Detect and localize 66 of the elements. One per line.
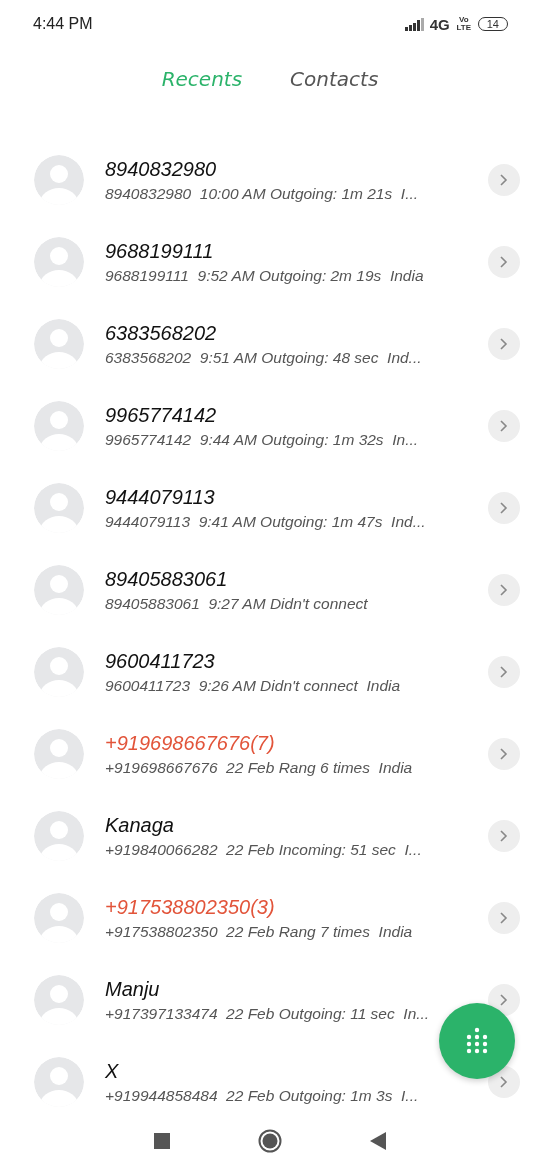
chevron-right-icon <box>499 337 509 351</box>
call-details: +919944858484 22 Feb Outgoing: 1m 3s I... <box>105 1086 420 1105</box>
caller-name: 9688199111 <box>105 239 215 263</box>
back-icon[interactable] <box>370 1132 386 1150</box>
avatar-icon <box>34 319 84 369</box>
dialpad-button[interactable] <box>439 1003 515 1079</box>
avatar-icon <box>34 811 84 861</box>
call-details: +917538802350 22 Feb Rang 7 times India <box>105 922 414 941</box>
avatar-icon <box>34 565 84 615</box>
dialpad-icon <box>465 1027 489 1055</box>
call-details: +919840066282 22 Feb Incoming: 51 sec I... <box>105 840 423 859</box>
avatar-icon <box>34 893 84 943</box>
chevron-right-icon <box>499 911 509 925</box>
avatar-icon <box>34 729 84 779</box>
avatar-icon <box>34 401 84 451</box>
caller-name: 9600411723 <box>105 649 216 673</box>
call-details: 9600411723 9:26 AM Didn't connect India <box>105 676 402 695</box>
clock: 4:44 PM <box>33 15 93 33</box>
home-icon[interactable] <box>258 1129 282 1153</box>
tab[interactable]: Contacts <box>290 67 379 91</box>
avatar-icon <box>34 155 84 205</box>
network-type: 4G <box>429 15 450 33</box>
chevron-button[interactable] <box>488 164 520 196</box>
chevron-button[interactable] <box>488 902 520 934</box>
chevron-right-icon <box>499 747 509 761</box>
chevron-right-icon <box>499 255 509 269</box>
caller-name: 89405883061 <box>105 567 229 591</box>
chevron-right-icon <box>499 1075 509 1089</box>
call-details: +917397133474 22 Feb Outgoing: 11 sec In... <box>105 1004 431 1023</box>
chevron-button[interactable] <box>488 410 520 442</box>
chevron-right-icon <box>499 993 509 1007</box>
caller-name: Manju <box>105 977 161 1001</box>
caller-name: +919698667676(7) <box>105 731 276 755</box>
caller-name: +917538802350(3) <box>105 895 276 919</box>
caller-name: 6383568202 <box>105 321 218 345</box>
chevron-right-icon <box>499 419 509 433</box>
call-details: 9965774142 9:44 AM Outgoing: 1m 32s In... <box>105 430 420 449</box>
caller-name: Kanaga <box>105 813 175 837</box>
chevron-button[interactable] <box>488 738 520 770</box>
chevron-right-icon <box>499 829 509 843</box>
chevron-right-icon <box>499 665 509 679</box>
caller-name: 9965774142 <box>105 403 218 427</box>
chevron-right-icon <box>499 583 509 597</box>
call-details: 89405883061 9:27 AM Didn't connect <box>105 594 369 613</box>
chevron-right-icon <box>499 173 509 187</box>
chevron-button[interactable] <box>488 574 520 606</box>
caller-name: 8940832980 <box>105 157 218 181</box>
call-details: 9444079113 9:41 AM Outgoing: 1m 47s Ind... <box>105 512 427 531</box>
avatar-icon <box>34 975 84 1025</box>
chevron-button[interactable] <box>488 492 520 524</box>
call-details: 9688199111 9:52 AM Outgoing: 2m 19s India <box>105 266 425 285</box>
chevron-right-icon <box>499 501 509 515</box>
chevron-button[interactable] <box>488 820 520 852</box>
call-details: 8940832980 10:00 AM Outgoing: 1m 21s I... <box>105 184 420 203</box>
chevron-button[interactable] <box>488 656 520 688</box>
caller-name: X <box>105 1059 120 1083</box>
avatar-icon <box>34 483 84 533</box>
avatar-icon <box>34 647 84 697</box>
avatar-icon <box>34 237 84 287</box>
signal-icon <box>404 17 425 31</box>
call-details: 6383568202 9:51 AM Outgoing: 48 sec Ind... <box>105 348 423 367</box>
caller-name: 9444079113 <box>105 485 216 509</box>
call-details: +919698667676 22 Feb Rang 6 times India <box>105 758 414 777</box>
chevron-button[interactable] <box>488 246 520 278</box>
volte-label: Vo LTE <box>455 16 472 32</box>
chevron-button[interactable] <box>488 328 520 360</box>
